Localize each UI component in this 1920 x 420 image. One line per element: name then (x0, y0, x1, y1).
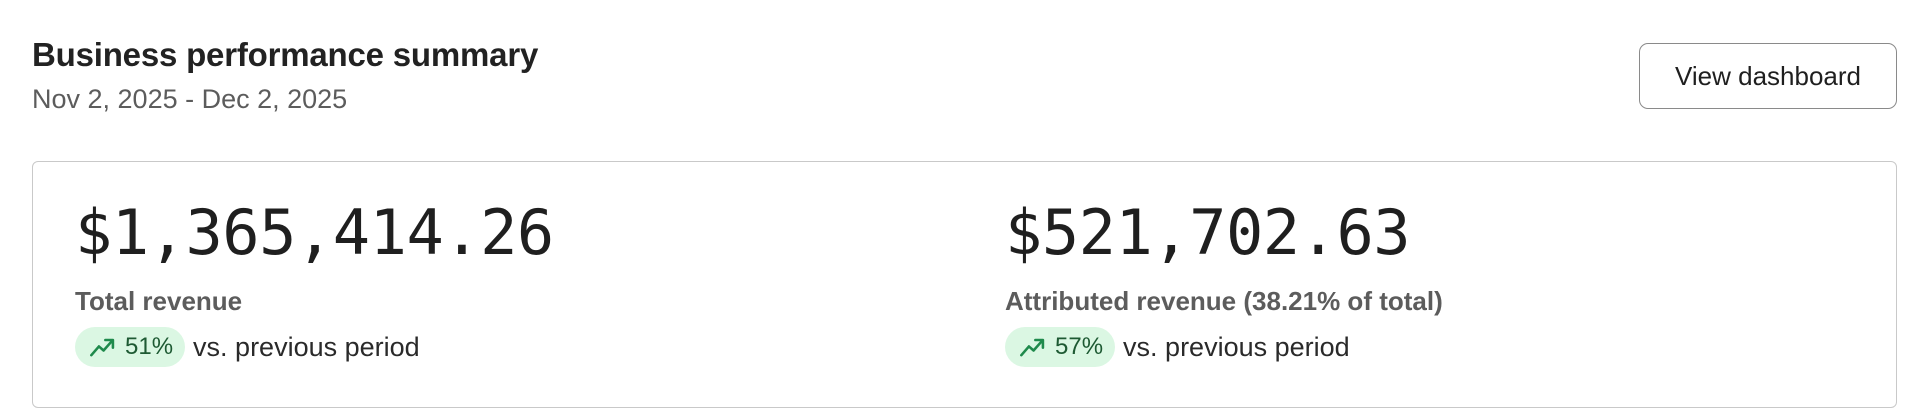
summary-card: $1,365,414.26 Total revenue 51% vs. prev… (32, 161, 1897, 408)
attributed-revenue-change-value: 57% (1055, 333, 1104, 360)
total-revenue-change-value: 51% (125, 333, 174, 360)
total-revenue-comparison-text: vs. previous period (193, 331, 420, 362)
attributed-revenue-change-badge: 57% (1005, 327, 1116, 367)
attributed-revenue-comparison: 57% vs. previous period (1005, 327, 1885, 367)
total-revenue-change-badge: 51% (75, 327, 186, 367)
total-revenue-label: Total revenue (75, 286, 243, 316)
total-revenue-metric: $1,365,414.26 Total revenue 51% vs. prev… (75, 202, 955, 367)
summary-header: Business performance summary Nov 2, 2025… (32, 36, 1897, 116)
total-revenue-value: $1,365,414.26 (75, 196, 554, 269)
business-performance-summary-page: Business performance summary Nov 2, 2025… (0, 0, 1920, 420)
total-revenue-comparison: 51% vs. previous period (75, 327, 955, 367)
trending-up-icon (89, 333, 117, 361)
attributed-revenue-value: $521,702.63 (1005, 196, 1411, 269)
page-title: Business performance summary (32, 36, 539, 73)
date-range: Nov 2, 2025 - Dec 2, 2025 (32, 84, 348, 114)
attributed-revenue-metric: $521,702.63 Attributed revenue (38.21% o… (1005, 202, 1885, 367)
attributed-revenue-label: Attributed revenue (38.21% of total) (1005, 286, 1443, 316)
view-dashboard-button[interactable]: View dashboard (1639, 43, 1897, 109)
attributed-revenue-comparison-text: vs. previous period (1123, 331, 1350, 362)
trending-up-icon (1019, 333, 1047, 361)
